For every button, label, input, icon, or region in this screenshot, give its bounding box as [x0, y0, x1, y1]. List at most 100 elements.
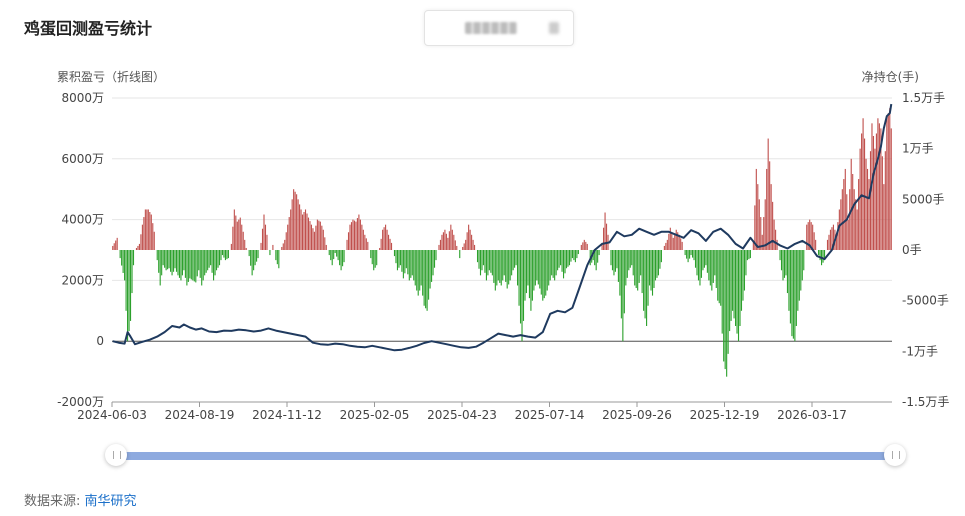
short-position-bar — [629, 250, 631, 268]
short-position-bar — [493, 250, 495, 283]
short-position-bar — [224, 250, 226, 261]
long-position-bar — [349, 224, 351, 250]
short-position-bar — [746, 250, 748, 261]
long-position-bar — [230, 243, 232, 250]
long-position-bar — [115, 240, 117, 250]
zoom-slider-left-handle[interactable] — [105, 444, 127, 466]
long-position-bar — [468, 224, 470, 250]
long-position-bar — [442, 232, 444, 250]
long-position-bar — [294, 191, 296, 250]
short-position-bar — [478, 250, 480, 269]
long-position-bar — [456, 245, 458, 250]
short-position-bar — [623, 250, 625, 314]
short-position-bar — [576, 250, 578, 259]
short-position-bar — [205, 250, 207, 273]
long-position-bar — [236, 221, 238, 250]
short-position-bar — [393, 250, 396, 257]
short-position-bar — [543, 250, 545, 299]
short-position-bar — [213, 250, 215, 281]
long-position-bar — [761, 234, 763, 250]
long-position-bar — [858, 179, 860, 250]
short-position-bar — [122, 250, 124, 273]
long-position-bar — [355, 221, 357, 250]
short-position-bar — [577, 250, 579, 255]
long-position-bar — [116, 237, 118, 250]
short-position-bar — [560, 250, 562, 266]
long-position-bar — [674, 233, 676, 250]
short-position-bar — [218, 250, 221, 266]
long-position-bar — [451, 229, 453, 250]
long-position-bar — [287, 224, 289, 250]
short-position-bar — [540, 250, 542, 295]
short-position-bar — [795, 250, 797, 326]
long-position-bar — [764, 199, 766, 250]
long-position-bar — [462, 246, 464, 250]
long-position-bar — [264, 224, 267, 250]
long-position-bar — [671, 232, 673, 250]
long-position-bar — [140, 234, 142, 250]
short-position-bar — [425, 250, 427, 309]
short-position-bar — [689, 250, 691, 259]
short-position-bar — [214, 250, 216, 276]
long-position-bar — [844, 168, 846, 250]
short-position-bar — [803, 250, 805, 271]
short-position-bar — [484, 250, 486, 273]
short-position-bar — [433, 250, 436, 268]
short-position-bar — [524, 250, 526, 301]
short-position-bar — [626, 250, 628, 278]
short-position-bar — [734, 250, 737, 326]
long-position-bar — [138, 243, 140, 250]
data-source-link[interactable]: 南华研究 — [85, 494, 137, 509]
short-position-bar — [737, 250, 740, 342]
y-left-tick-label: 0 — [96, 334, 104, 348]
long-position-bar — [291, 199, 293, 250]
long-position-bar — [150, 214, 152, 250]
short-position-bar — [398, 250, 400, 268]
short-position-bar — [782, 250, 784, 281]
short-position-bar — [742, 250, 744, 301]
long-position-bar — [347, 232, 350, 250]
short-position-bar — [505, 250, 507, 282]
short-position-bar — [336, 250, 338, 257]
long-position-bar — [884, 151, 886, 250]
long-position-bar — [472, 239, 474, 250]
short-position-bar — [435, 250, 437, 261]
long-position-bar — [144, 209, 146, 250]
long-position-bar — [137, 245, 139, 250]
short-position-bar — [227, 250, 229, 259]
y-left-tick-label: 8000万 — [61, 91, 104, 105]
short-position-bar — [653, 250, 655, 288]
long-position-bar — [301, 214, 304, 250]
short-position-bar — [198, 250, 200, 271]
long-position-bar — [881, 156, 883, 250]
short-position-bar — [509, 250, 511, 281]
short-position-bar — [537, 250, 539, 285]
short-position-bar — [687, 250, 689, 263]
short-position-bar — [251, 250, 253, 276]
short-position-bar — [780, 250, 783, 271]
short-position-bar — [220, 250, 222, 261]
long-position-bar — [875, 133, 877, 250]
long-position-bar — [605, 223, 608, 250]
short-position-bar — [167, 250, 169, 270]
short-position-bar — [792, 250, 794, 339]
long-position-bar — [239, 217, 241, 250]
short-position-bar — [414, 250, 416, 286]
zoom-slider-track[interactable] — [116, 452, 894, 460]
short-position-bar — [801, 250, 803, 281]
long-position-bar — [865, 158, 867, 250]
short-position-bar — [162, 250, 164, 266]
short-position-bar — [616, 250, 618, 269]
zoom-slider-right-handle[interactable] — [884, 444, 906, 466]
short-position-bar — [598, 250, 600, 256]
short-position-bar — [650, 250, 652, 291]
short-position-bar — [703, 250, 705, 268]
short-position-bar — [210, 250, 212, 266]
short-position-bar — [481, 250, 483, 271]
short-position-bar — [334, 250, 336, 254]
short-position-bar — [512, 250, 514, 271]
long-position-bar — [828, 234, 830, 250]
short-position-bar — [686, 250, 688, 259]
long-position-bar — [358, 214, 360, 250]
long-position-bar — [260, 242, 262, 250]
